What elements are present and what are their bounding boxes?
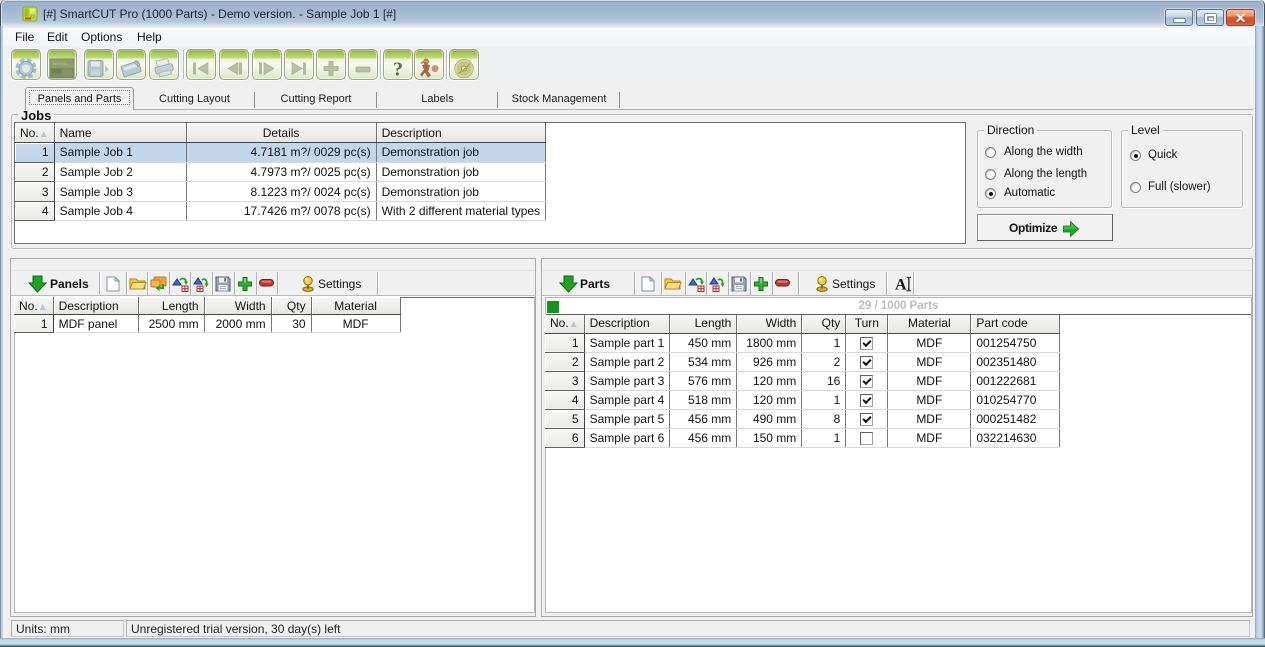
svg-text:A: A	[895, 277, 907, 293]
